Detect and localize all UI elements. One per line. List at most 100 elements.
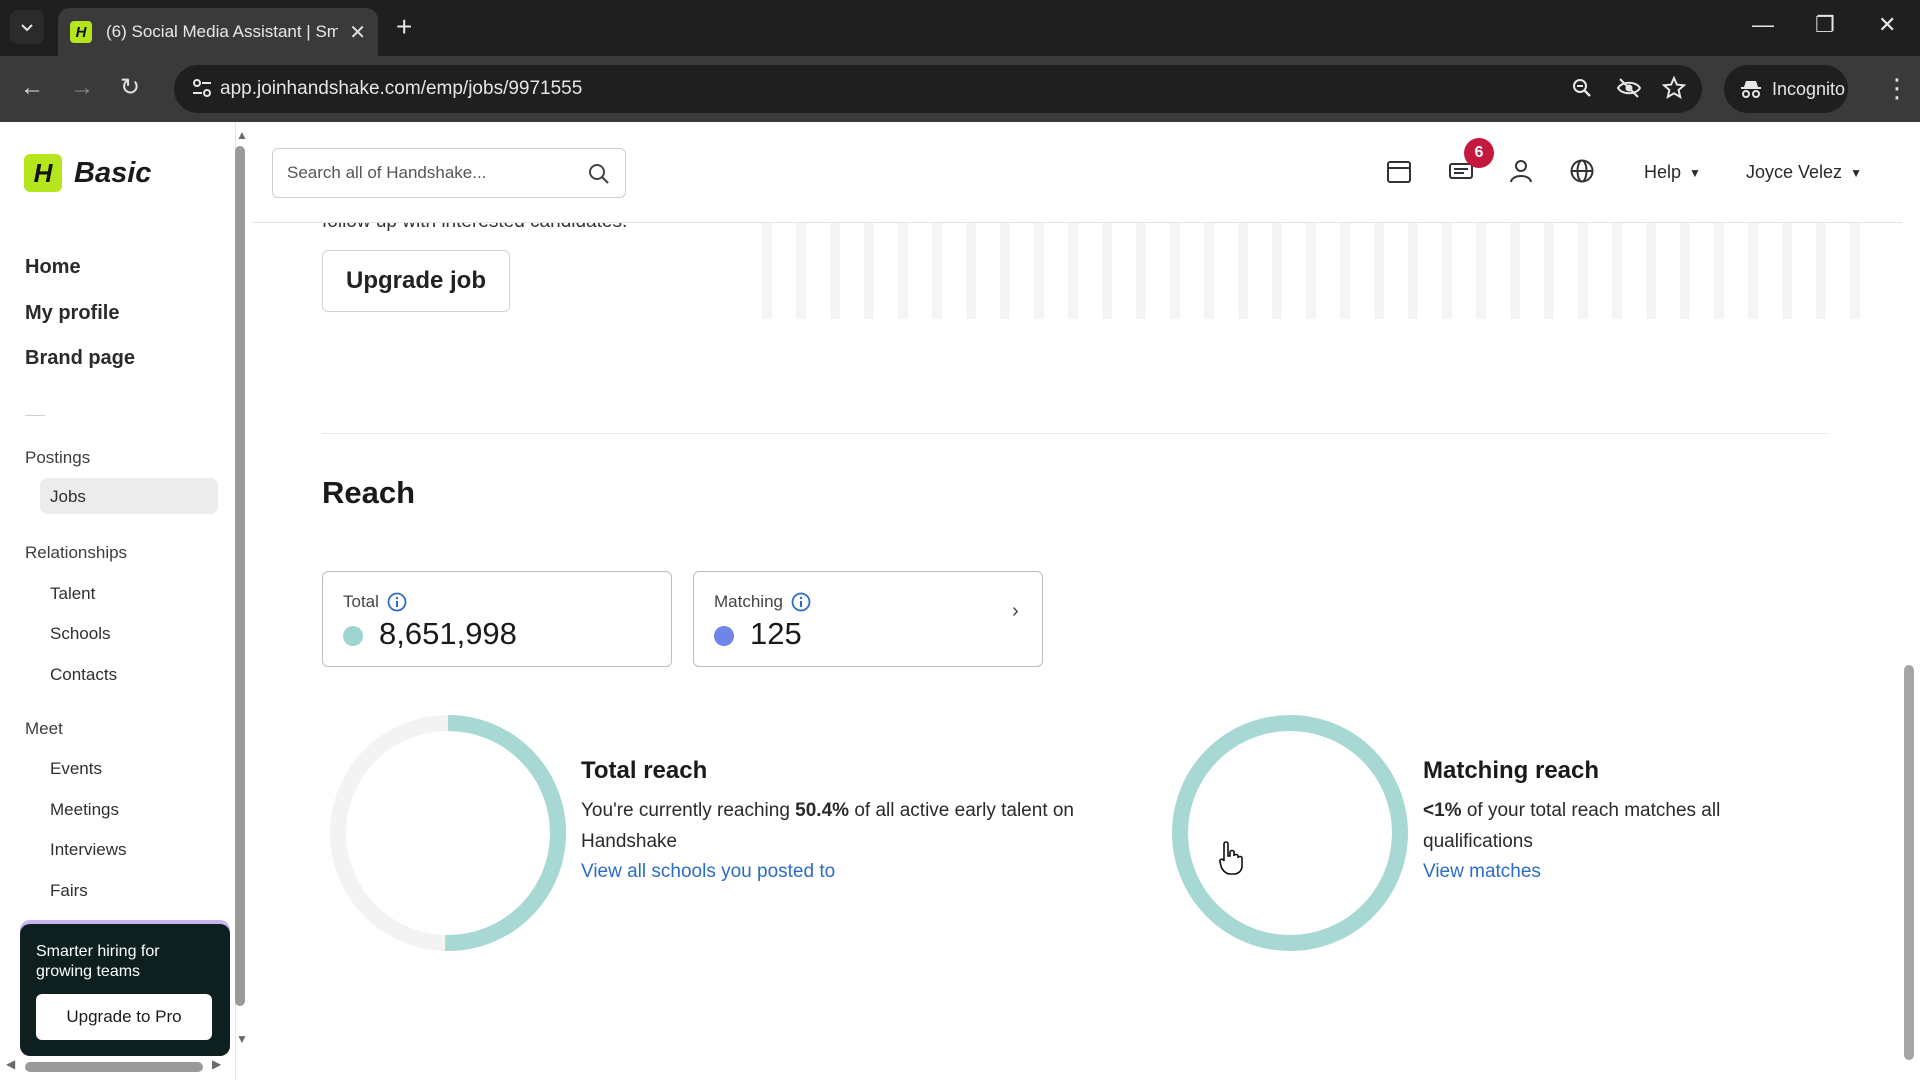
hand-cursor-icon [1219,841,1243,875]
sidebar-item-contacts[interactable]: Contacts [50,665,117,685]
chevron-down-icon [21,24,33,32]
scroll-right-icon[interactable]: ▶ [212,1057,221,1071]
sidebar-section-meet: Meet [25,719,63,738]
upgrade-to-pro-button[interactable]: Upgrade to Pro [36,994,212,1040]
browser-tab[interactable]: H (6) Social Media Assistant | Sma ✕ [58,8,378,56]
info-icon[interactable] [387,592,407,612]
address-bar[interactable]: app.joinhandshake.com/emp/jobs/9971555 [174,65,1702,113]
sidebar-horizontal-scrollbar[interactable] [25,1062,203,1072]
eye-off-icon[interactable] [1616,76,1642,100]
notification-badge: 6 [1464,138,1494,168]
matching-legend-dot [714,626,734,646]
sidebar-divider [25,415,45,416]
sidebar-item-home[interactable]: Home [25,256,81,279]
page-scrollbar[interactable] [1904,665,1914,1060]
sidebar-item-jobs[interactable]: Jobs [50,487,86,507]
donut-ring [1172,715,1408,951]
matching-reach-description: <1% of your total reach matches all qual… [1423,795,1783,857]
handshake-favicon-icon: H [70,21,92,43]
handshake-logo-icon: H [24,154,62,192]
close-tab-icon[interactable]: ✕ [349,20,366,45]
total-label-row: Total [343,592,407,612]
total-label: Total [343,592,379,611]
minimize-icon[interactable]: — [1752,12,1774,38]
user-menu[interactable]: Joyce Velez ▼ [1746,162,1862,183]
incognito-label: Incognito [1772,78,1846,99]
reach-heading: Reach [322,475,416,510]
view-matches-link[interactable]: View matches [1423,861,1541,883]
total-reach-donut [330,715,566,951]
sidebar-section-relationships: Relationships [25,543,128,562]
sidebar-item-events[interactable]: Events [50,759,102,779]
calendar-icon[interactable] [1386,158,1412,184]
chevron-down-icon: ▼ [1689,165,1701,180]
tab-search-button[interactable] [10,10,44,44]
total-legend-dot [343,626,363,646]
sidebar-item-meetings[interactable]: Meetings [50,800,119,820]
total-value: 8,651,998 [379,616,517,651]
help-menu[interactable]: Help ▼ [1644,162,1701,183]
back-icon[interactable]: ← [20,74,44,102]
search-icon[interactable] [587,162,611,186]
matching-label: Matching [714,592,783,611]
user-name: Joyce Velez [1746,162,1843,182]
chevron-right-icon[interactable]: › [1012,600,1019,623]
upgrade-description: follow up with interested candidates. [322,223,627,233]
scroll-up-icon[interactable]: ▲ [236,128,248,142]
sidebar: H Basic Home My profile Brand page Posti… [0,122,248,1080]
browser-menu-icon[interactable]: ⋮ [1884,74,1910,102]
scroll-down-icon[interactable]: ▼ [236,1032,248,1046]
matching-reach-donut [1172,715,1408,951]
user-icon[interactable] [1508,158,1534,184]
sidebar-item-talent[interactable]: Talent [50,584,95,604]
sidebar-item-brand-page[interactable]: Brand page [25,347,135,370]
sidebar-item-interviews[interactable]: Interviews [50,840,127,860]
chevron-down-icon: ▼ [1850,165,1862,180]
handshake-logo[interactable]: H Basic [24,154,151,192]
top-header: 6 Help ▼ Joyce Velez ▼ [252,122,1902,223]
close-window-icon[interactable]: ✕ [1878,12,1896,38]
main-content: follow up with interested candidates. Up… [252,223,1902,1080]
matching-reach-text-after: of your total reach matches all qualific… [1423,800,1721,852]
url-text: app.joinhandshake.com/emp/jobs/9971555 [220,78,583,99]
sidebar-item-fairs[interactable]: Fairs [50,881,88,901]
scroll-left-icon[interactable]: ◀ [6,1057,15,1071]
help-label: Help [1644,162,1682,182]
restore-icon[interactable]: ❐ [1815,12,1835,38]
matching-value: 125 [750,616,802,651]
decorative-background [762,223,1882,319]
sidebar-item-schools[interactable]: Schools [50,624,110,644]
globe-icon[interactable] [1569,158,1595,184]
new-tab-icon[interactable]: + [396,12,412,42]
total-reach-percent: 50.4% [795,800,850,821]
sidebar-item-my-profile[interactable]: My profile [25,302,119,325]
total-reach-card: Total 8,651,998 [322,571,672,667]
site-settings-icon[interactable] [192,77,212,99]
forward-icon[interactable]: → [70,74,94,102]
bookmark-star-icon[interactable] [1662,76,1686,100]
matching-label-row: Matching [714,592,811,612]
tab-title: (6) Social Media Assistant | Sma [106,22,338,41]
search-input[interactable] [287,161,577,185]
zoom-icon[interactable] [1570,76,1594,100]
info-icon[interactable] [791,592,811,612]
browser-toolbar: ← → ↻ app.joinhandshake.com/emp/jobs/997… [0,56,1920,122]
total-reach-description: You're currently reaching 50.4% of all a… [581,795,1141,857]
search-box[interactable] [272,148,626,198]
promo-text: Smarter hiring for growing teams [36,943,160,980]
upgrade-promo-card: Smarter hiring for growing teams Upgrade… [20,924,230,1056]
incognito-icon [1741,81,1761,98]
section-divider [322,433,1827,434]
matching-reach-title: Matching reach [1423,757,1600,784]
sidebar-section-postings: Postings [25,448,91,467]
matching-reach-card[interactable]: Matching 125 › [693,571,1043,667]
view-all-schools-link[interactable]: View all schools you posted to [581,861,835,883]
sidebar-scrollbar[interactable] [235,146,245,1006]
plan-label: Basic [74,156,152,189]
browser-tabbar: H (6) Social Media Assistant | Sma ✕ + —… [0,0,1920,56]
total-reach-text-before: You're currently reaching [581,800,796,821]
incognito-indicator[interactable]: Incognito [1724,65,1848,113]
upgrade-job-button[interactable]: Upgrade job [322,250,510,312]
reload-icon[interactable]: ↻ [120,74,140,102]
matching-reach-percent: <1% [1423,800,1462,821]
